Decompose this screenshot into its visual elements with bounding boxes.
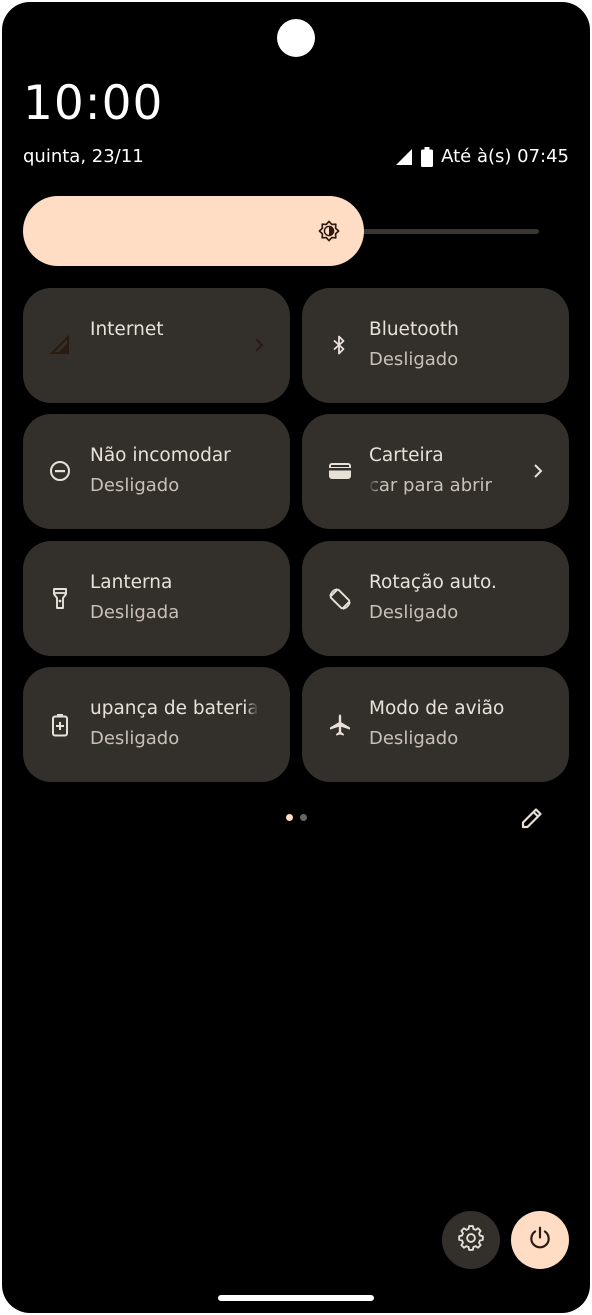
tile-label: Carteira — [369, 445, 444, 466]
cellular-signal-icon — [49, 334, 71, 356]
wallet-icon — [328, 460, 351, 482]
tile-internet[interactable]: Internet — [23, 288, 290, 403]
brightness-track[interactable] — [343, 229, 539, 234]
power-icon — [527, 1225, 553, 1255]
do-not-disturb-icon — [49, 460, 71, 482]
tile-bluetooth[interactable]: Bluetooth Desligado — [302, 288, 569, 403]
date[interactable]: quinta, 23/11 — [23, 145, 144, 169]
tile-label: upança de bateria — [90, 698, 258, 719]
chevron-right-icon — [531, 462, 545, 480]
clock[interactable]: 10:00 — [23, 76, 163, 132]
power-button[interactable] — [511, 1211, 569, 1269]
page-indicator[interactable] — [286, 814, 307, 821]
quick-settings-screen: 10:00 quinta, 23/11 Até à(s) 07:45 Inter… — [2, 2, 590, 1313]
tile-subtitle: car para abrir — [369, 475, 492, 496]
tile-subtitle: Desligada — [90, 602, 180, 623]
tile-subtitle: Desligado — [369, 349, 459, 370]
battery-estimate: Até à(s) 07:45 — [441, 146, 569, 167]
page-dot — [286, 814, 293, 821]
battery-icon — [421, 147, 434, 167]
brightness-slider[interactable] — [23, 196, 539, 266]
signal-icon — [395, 148, 413, 166]
tile-subtitle: Desligado — [90, 475, 180, 496]
battery-saver-icon — [49, 713, 71, 737]
brightness-fill[interactable] — [23, 196, 364, 266]
tile-do-not-disturb[interactable]: Não incomodar Desligado — [23, 414, 290, 529]
tile-label: Não incomodar — [90, 445, 231, 466]
chevron-right-icon — [252, 336, 266, 354]
page-dot — [300, 814, 307, 821]
tile-wallet[interactable]: Carteira car para abrir — [302, 414, 569, 529]
tile-label: Modo de avião — [369, 698, 505, 719]
auto-rotate-icon — [328, 587, 351, 610]
tile-label: Rotação auto. — [369, 572, 497, 593]
tile-auto-rotate[interactable]: Rotação auto. Desligado — [302, 541, 569, 656]
gear-icon — [458, 1225, 484, 1255]
bluetooth-icon — [328, 334, 350, 356]
tile-label: Internet — [90, 319, 164, 340]
tile-label: Lanterna — [90, 572, 173, 593]
tile-airplane-mode[interactable]: Modo de avião Desligado — [302, 667, 569, 782]
flashlight-icon — [49, 587, 71, 609]
tile-battery-saver[interactable]: upança de bateria Desligado — [23, 667, 290, 782]
tile-flashlight[interactable]: Lanterna Desligada — [23, 541, 290, 656]
tile-subtitle: Desligado — [369, 728, 459, 749]
tile-subtitle: Desligado — [90, 728, 180, 749]
tile-label: Bluetooth — [369, 319, 459, 340]
front-camera — [277, 19, 315, 57]
airplane-icon — [328, 713, 350, 736]
brightness-icon — [318, 220, 340, 242]
status-bar: Até à(s) 07:45 — [395, 145, 569, 169]
tile-subtitle: Desligado — [369, 602, 459, 623]
settings-button[interactable] — [442, 1211, 500, 1269]
pencil-icon[interactable] — [519, 805, 545, 831]
navigation-handle[interactable] — [218, 1295, 374, 1301]
